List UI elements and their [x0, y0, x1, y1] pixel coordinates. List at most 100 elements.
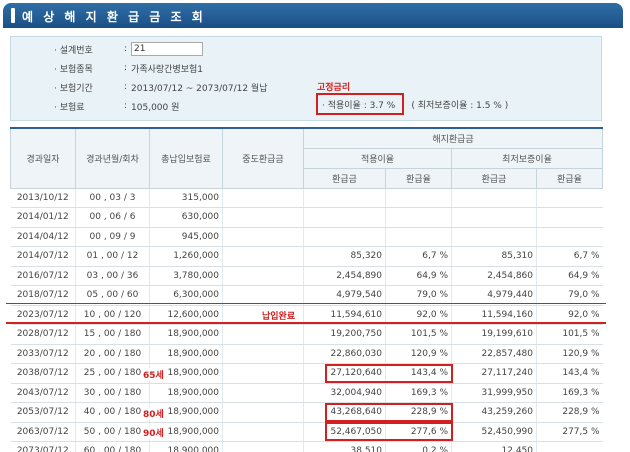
premium-row: · 보험료 : 105,000 원: [54, 101, 180, 113]
product-value: 가족사랑간병보험1: [131, 64, 204, 75]
cell-minimum-ratio: 6,7 %: [535, 246, 603, 267]
cell-applied-ratio: 169,3 %: [385, 383, 452, 403]
table-row: 2016/07/12 03 , 00 / 36 3,780,000 2,454,890…: [10, 266, 603, 286]
cell-applied-ratio: 101,5 %: [385, 324, 452, 345]
cell-applied-ratio: [385, 188, 452, 208]
cell-minimum-amount: [451, 227, 537, 247]
header-total-premium: 총납입보험료: [149, 127, 223, 189]
cell-interim: [222, 246, 304, 267]
cell-elapsed: 03 , 00 / 36: [75, 266, 150, 286]
cell-date: 2028/07/12: [10, 324, 76, 345]
cell-interim: [222, 266, 304, 286]
cell-minimum-amount: 31,999,950: [451, 383, 537, 403]
cell-elapsed: 60 , 00 / 180: [75, 441, 150, 452]
header-date: 경과일자: [10, 127, 76, 189]
period-value: 2013/07/12 ~ 2073/07/12 월납: [131, 83, 268, 94]
cell-applied-amount: 2,454,890: [303, 266, 386, 286]
cell-applied-amount: [303, 207, 386, 228]
cell-minimum-ratio: [535, 441, 603, 452]
cell-applied-amount: 19,200,750: [303, 324, 386, 345]
cell-minimum-amount: 22,857,480: [451, 344, 537, 364]
cell-minimum-ratio: 143,4 %: [535, 363, 603, 384]
cell-applied-ratio: 120,9 %: [385, 344, 452, 364]
cell-interim: [222, 383, 304, 403]
title-bar: 예 상 해 지 환 급 금 조 회: [3, 3, 623, 28]
cell-minimum-amount: 19,199,610: [451, 324, 537, 345]
cell-interim: [222, 441, 304, 452]
cell-premium: 18,900,000: [149, 383, 223, 403]
premium-label: · 보험료: [54, 102, 85, 113]
cell-applied-amount: 85,320: [303, 246, 386, 267]
cell-interim: [222, 422, 304, 442]
cell-minimum-ratio: 277,5 %: [535, 422, 603, 442]
premium-value: 105,000 원: [131, 102, 180, 113]
cell-premium: 630,000: [149, 207, 223, 228]
cell-date: 2043/07/12: [10, 383, 76, 403]
age-80-note: 80세: [143, 407, 164, 420]
cell-applied-ratio: 6,7 %: [385, 246, 452, 267]
header-applied-rate: 적용이율: [303, 147, 452, 169]
table-row: 2033/07/12 20 , 00 / 180 18,900,000 22,860,…: [10, 344, 603, 364]
table-row: 2014/04/12 00 , 09 / 9 945,000: [10, 227, 603, 247]
header-elapsed: 경과년월/회차: [75, 127, 150, 189]
policy-info-panel: · 설계번호 : 21 · 보험종목 : 가족사랑간병보험1 · 보험기간 : …: [10, 36, 602, 121]
minimum-rate-text: ( 최저보증이율 : 1.5 % ): [411, 100, 509, 111]
cell-elapsed: 20 , 00 / 180: [75, 344, 150, 364]
cell-minimum-amount: 12,450: [451, 441, 537, 452]
cell-date: 2053/07/12: [10, 402, 76, 423]
age-65-note: 65세: [143, 368, 164, 381]
cell-minimum-ratio: 169,3 %: [535, 383, 603, 403]
cell-applied-amount: 38,510: [303, 441, 386, 452]
cell-elapsed: 25 , 00 / 180: [75, 363, 150, 384]
cell-interim: [222, 344, 304, 364]
highlight-80: [325, 403, 453, 422]
cell-elapsed: 00 , 09 / 9: [75, 227, 150, 247]
cell-elapsed: 40 , 00 / 180: [75, 402, 150, 423]
header-applied-ratio: 환급율: [385, 167, 452, 189]
cell-elapsed: 00 , 06 / 6: [75, 207, 150, 228]
cell-minimum-ratio: 120,9 %: [535, 344, 603, 364]
table-row: 2013/10/12 00 , 03 / 3 315,000: [10, 188, 603, 208]
table-row: 2038/07/12 25 , 00 / 180 18,900,000 27,120,…: [10, 363, 603, 384]
cell-applied-amount: [303, 188, 386, 208]
header-refund: 해지환급금: [302, 127, 604, 149]
highlight-65: [325, 364, 453, 383]
cell-date: 2038/07/12: [10, 363, 76, 384]
cell-premium: 1,260,000: [149, 246, 223, 267]
cell-minimum-ratio: 101,5 %: [535, 324, 603, 345]
table-row: 2014/01/12 00 , 06 / 6 630,000: [10, 207, 603, 228]
header-interim: 중도환급금: [222, 127, 304, 189]
cell-minimum-ratio: [535, 188, 603, 208]
cell-minimum-ratio: 228,9 %: [535, 402, 603, 423]
cell-interim: [222, 402, 304, 423]
period-row: · 보험기간 : 2013/07/12 ~ 2073/07/12 월납: [54, 82, 268, 94]
cell-premium: 18,900,000: [149, 441, 223, 452]
applied-rate-highlight: [316, 93, 404, 115]
cell-applied-ratio: 64,9 %: [385, 266, 452, 286]
cell-interim: [222, 324, 304, 345]
cell-applied-ratio: [385, 227, 452, 247]
cell-interim: [222, 363, 304, 384]
cell-minimum-amount: 2,454,860: [451, 266, 537, 286]
paid-up-line: [6, 322, 606, 324]
cell-interim: [222, 227, 304, 247]
cell-date: 2014/01/12: [10, 207, 76, 228]
age-90-note: 90세: [143, 426, 164, 439]
cell-elapsed: 00 , 03 / 3: [75, 188, 150, 208]
cell-interim: [222, 207, 304, 228]
cell-elapsed: 01 , 00 / 12: [75, 246, 150, 267]
design-number-field[interactable]: 21: [131, 42, 204, 56]
cell-premium: 18,900,000: [149, 344, 223, 364]
refund-table: 경과일자 경과년월/회차 총납입보험료 중도환급금 해지환급금 적용이율 최저보…: [10, 127, 604, 452]
cell-minimum-ratio: [535, 207, 603, 228]
period-label: · 보험기간: [54, 83, 93, 94]
refund-table-body: 2013/10/12 00 , 03 / 3 315,000 2014/01/12 00…: [10, 188, 603, 452]
product-row: · 보험종목 : 가족사랑간병보험1: [54, 63, 204, 75]
cell-minimum-ratio: 64,9 %: [535, 266, 603, 286]
cell-elapsed: 30 , 00 / 180: [75, 383, 150, 403]
table-row: 2028/07/12 15 , 00 / 180 18,900,000 19,200,…: [10, 324, 603, 345]
cell-applied-amount: [303, 227, 386, 247]
cell-premium: 945,000: [149, 227, 223, 247]
header-minimum-ratio: 환급율: [535, 167, 604, 189]
table-row: 2063/07/12 50 , 00 / 180 18,900,000 52,467,…: [10, 422, 603, 442]
